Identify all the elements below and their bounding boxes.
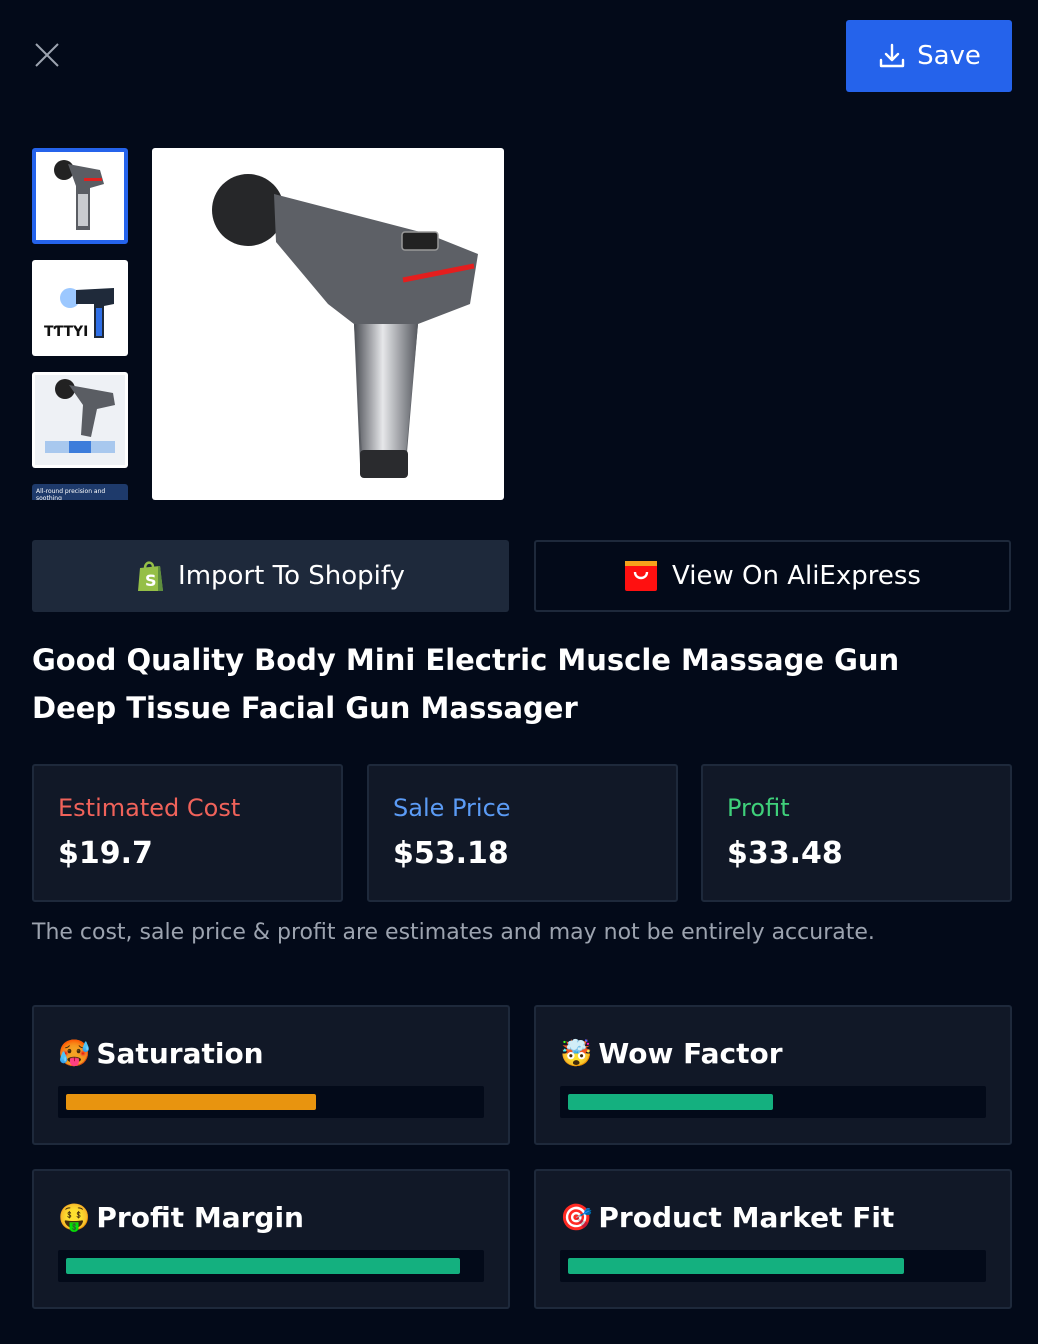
stat-value: $19.7 — [58, 836, 153, 871]
svg-text:TƬTYI: TƬTYI — [44, 324, 88, 340]
import-to-shopify-button[interactable]: S Import To Shopify — [32, 540, 509, 612]
thumbnail-4-caption: All-round precision and soothing — [36, 488, 106, 500]
estimate-disclaimer: The cost, sale price & profit are estima… — [32, 920, 875, 945]
metric-wow-factor: 🤯 Wow Factor — [534, 1005, 1012, 1145]
stat-label: Estimated Cost — [58, 794, 241, 822]
stat-profit: Profit $33.48 — [701, 764, 1012, 902]
massage-gun-blue-image: TƬTYI — [44, 288, 114, 340]
svg-text:S: S — [145, 571, 157, 590]
progress-track — [560, 1086, 986, 1118]
aliexpress-icon — [625, 561, 658, 591]
metric-label: Wow Factor — [598, 1037, 783, 1070]
save-button[interactable]: Save — [846, 20, 1012, 92]
massage-gun-detail-image — [35, 375, 125, 465]
metric-label: Profit Margin — [96, 1201, 304, 1234]
close-button[interactable] — [32, 40, 62, 70]
metric-label: Product Market Fit — [598, 1201, 895, 1234]
view-on-aliexpress-label: View On AliExpress — [672, 561, 921, 591]
stat-value: $33.48 — [727, 836, 843, 871]
progress-track — [58, 1250, 484, 1282]
stat-estimated-cost: Estimated Cost $19.7 — [32, 764, 343, 902]
view-on-aliexpress-button[interactable]: View On AliExpress — [534, 540, 1011, 612]
close-icon — [35, 43, 59, 67]
shopify-bag-icon: S — [138, 561, 164, 591]
progress-fill — [66, 1094, 317, 1110]
progress-track — [560, 1250, 986, 1282]
stat-label: Profit — [727, 794, 790, 822]
massage-gun-image — [54, 160, 104, 230]
metric-profit-margin: 🤑 Profit Margin — [32, 1169, 510, 1309]
progress-fill — [568, 1258, 905, 1274]
target-icon: 🎯 — [560, 1202, 593, 1233]
thumbnail-list[interactable]: TƬTYI All-round precision and soothing — [32, 148, 128, 500]
exploding-head-icon: 🤯 — [560, 1038, 593, 1069]
thumbnail-4[interactable]: All-round precision and soothing — [32, 484, 128, 500]
product-main-image — [152, 148, 504, 500]
download-icon — [879, 43, 905, 68]
stat-label: Sale Price — [393, 794, 511, 822]
thumbnail-2[interactable]: TƬTYI — [32, 260, 128, 356]
hot-face-icon: 🥵 — [58, 1038, 91, 1069]
thumbnail-1[interactable] — [32, 148, 128, 244]
progress-track — [58, 1086, 484, 1118]
metric-product-market-fit: 🎯 Product Market Fit — [534, 1169, 1012, 1309]
thumbnail-3[interactable] — [32, 372, 128, 468]
import-to-shopify-label: Import To Shopify — [178, 561, 405, 591]
progress-fill — [66, 1258, 460, 1274]
product-title: Good Quality Body Mini Electric Muscle M… — [32, 643, 900, 725]
metric-saturation: 🥵 Saturation — [32, 1005, 510, 1145]
money-face-icon: 🤑 — [58, 1202, 91, 1233]
massage-gun-image — [212, 174, 478, 478]
stat-value: $53.18 — [393, 836, 509, 871]
save-label: Save — [917, 41, 981, 71]
progress-fill — [568, 1094, 773, 1110]
metric-label: Saturation — [96, 1037, 264, 1070]
stat-sale-price: Sale Price $53.18 — [367, 764, 678, 902]
